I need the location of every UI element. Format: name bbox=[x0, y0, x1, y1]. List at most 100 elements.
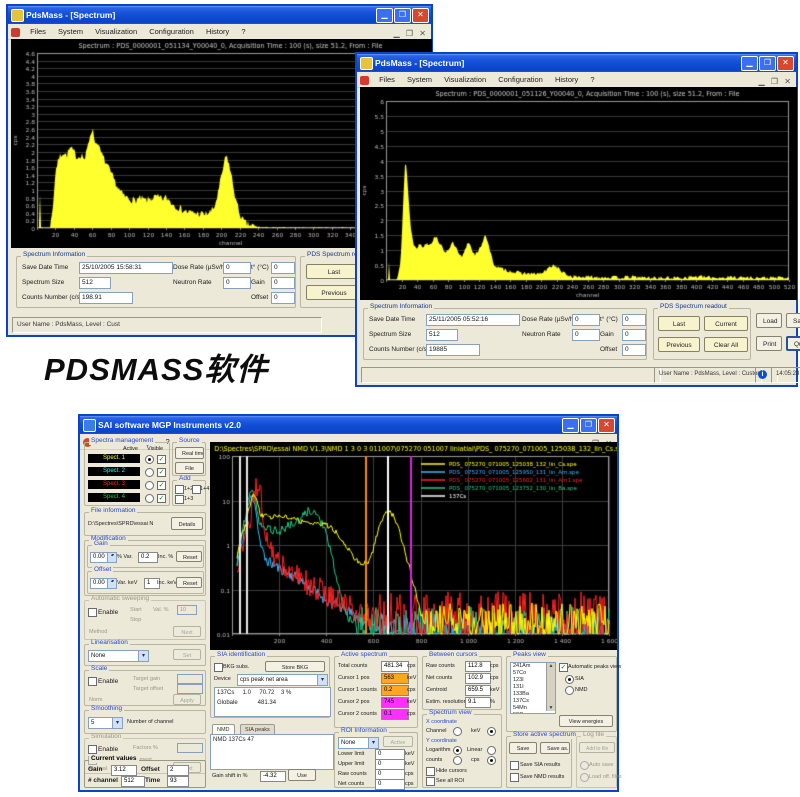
spect-1-active-radio[interactable] bbox=[145, 455, 154, 464]
save-date-value[interactable]: 25/10/2005 15:58:31 bbox=[79, 262, 173, 274]
clear-all-button[interactable]: Clear All bbox=[704, 337, 748, 352]
linear-radio[interactable] bbox=[487, 746, 496, 755]
bkg-subs-checkbox[interactable] bbox=[214, 663, 223, 672]
offset-spinner[interactable]: 0.00 bbox=[90, 578, 117, 589]
maximize-button[interactable]: ❐ bbox=[759, 56, 776, 71]
details-button[interactable]: Details bbox=[171, 517, 203, 530]
previous-button[interactable]: Previous bbox=[306, 285, 362, 300]
minimize-button[interactable]: ▁ bbox=[562, 418, 579, 433]
file-button[interactable]: File bbox=[175, 462, 204, 474]
minimize-button[interactable]: ▁ bbox=[741, 56, 758, 71]
sweeping-enable-checkbox[interactable] bbox=[88, 608, 97, 617]
menu-history[interactable]: History bbox=[201, 24, 234, 39]
linearisation-dropdown[interactable]: None bbox=[88, 650, 149, 662]
menu-files[interactable]: Files bbox=[25, 24, 51, 39]
channel-radio[interactable] bbox=[453, 727, 462, 736]
last-button[interactable]: Last bbox=[658, 316, 700, 331]
use-button[interactable]: Use bbox=[288, 769, 316, 781]
close-button[interactable]: ✕ bbox=[412, 8, 429, 23]
see-all-roi-checkbox[interactable] bbox=[426, 777, 435, 786]
save-nmd-results-checkbox[interactable] bbox=[510, 773, 519, 782]
save-button[interactable]: Save bbox=[786, 313, 800, 328]
neutron-rate-value[interactable]: 0 bbox=[572, 329, 600, 341]
menu-system[interactable]: System bbox=[402, 72, 437, 87]
window-titlebar[interactable]: PdsMass - [Spectrum] ▁ ❐ ✕ bbox=[8, 6, 431, 24]
maximize-button[interactable]: ❐ bbox=[580, 418, 597, 433]
save-spectrum-button[interactable]: Save bbox=[509, 742, 537, 754]
counts-number-value[interactable]: 198.91 bbox=[79, 292, 133, 304]
current-button[interactable]: Current bbox=[704, 316, 748, 331]
dose-rate-value[interactable]: 0 bbox=[572, 314, 600, 326]
neutron-rate-value[interactable]: 0 bbox=[223, 277, 251, 289]
spectrum-size-value[interactable]: 512 bbox=[426, 329, 458, 341]
menu-system[interactable]: System bbox=[53, 24, 88, 39]
device-mode-dropdown[interactable]: cps peak net area bbox=[237, 674, 328, 686]
spect-2-visible-checkbox[interactable]: ✓ bbox=[157, 468, 166, 477]
offset-value[interactable]: 0 bbox=[622, 344, 646, 356]
menu-files[interactable]: Files bbox=[374, 72, 400, 87]
offset-value[interactable]: 0 bbox=[271, 292, 295, 304]
spect-4-visible-checkbox[interactable]: ✓ bbox=[157, 494, 166, 503]
peaks-list-scrollbar[interactable] bbox=[546, 663, 555, 711]
gain-value[interactable]: 0 bbox=[271, 277, 295, 289]
scale-enable-checkbox[interactable] bbox=[88, 677, 97, 686]
roi-dropdown[interactable]: None bbox=[338, 737, 379, 749]
peaks-list-item[interactable]: 58Co bbox=[511, 712, 555, 714]
real-time-button[interactable]: Real time bbox=[175, 447, 204, 459]
cps-radio[interactable] bbox=[487, 756, 496, 765]
load-button[interactable]: Load bbox=[756, 313, 782, 328]
previous-button[interactable]: Previous bbox=[658, 337, 700, 352]
menu-visualization[interactable]: Visualization bbox=[439, 72, 491, 87]
print-button[interactable]: Print bbox=[756, 336, 782, 351]
kev-radio[interactable] bbox=[487, 727, 496, 736]
last-button[interactable]: Last bbox=[306, 264, 362, 279]
save-date-value[interactable]: 25/11/2005 05:52:16 bbox=[426, 314, 520, 326]
menu-help[interactable]: ? bbox=[236, 24, 250, 39]
close-button[interactable]: ✕ bbox=[598, 418, 615, 433]
spect-1-visible-checkbox[interactable]: ✓ bbox=[157, 455, 166, 464]
menu-help[interactable]: ? bbox=[585, 72, 599, 87]
sia-results-list[interactable]: 137Cs 1.0 70.72 3 % Globale 481.34 bbox=[214, 687, 331, 717]
gain-shift-value[interactable]: -4.32 bbox=[260, 771, 286, 782]
simulation-enable-checkbox[interactable] bbox=[88, 745, 97, 754]
window-titlebar[interactable]: PdsMass - [Spectrum] ▁ ❐ ✕ bbox=[357, 54, 796, 72]
spect-3-active-radio[interactable] bbox=[145, 481, 154, 490]
nmd-radio[interactable] bbox=[565, 686, 574, 695]
temperature-value[interactable]: 0 bbox=[271, 262, 295, 274]
smoothing-dropdown[interactable]: 5 bbox=[88, 717, 123, 729]
gain-spinner[interactable]: 0.00 bbox=[90, 552, 117, 563]
sia-radio[interactable] bbox=[565, 675, 574, 684]
automatic-peaks-checkbox[interactable]: ✓ bbox=[559, 663, 568, 672]
store-bkg-button[interactable]: Store BKG bbox=[265, 661, 325, 672]
hide-cursors-checkbox[interactable] bbox=[426, 767, 435, 776]
quit-button[interactable]: Quit bbox=[786, 336, 800, 351]
add-1-2-checkbox[interactable] bbox=[175, 485, 184, 494]
dose-rate-value[interactable]: 0 bbox=[223, 262, 251, 274]
gain-value[interactable]: 0 bbox=[622, 329, 646, 341]
save-sia-results-checkbox[interactable] bbox=[510, 761, 519, 770]
temperature-value[interactable]: 0 bbox=[622, 314, 646, 326]
counts-radio[interactable] bbox=[453, 756, 462, 765]
menu-configuration[interactable]: Configuration bbox=[144, 24, 199, 39]
spect-3-visible-checkbox[interactable]: ✓ bbox=[157, 481, 166, 490]
spect-4-active-radio[interactable] bbox=[145, 494, 154, 503]
logarithm-radio[interactable] bbox=[453, 746, 462, 755]
window-titlebar[interactable]: SAI software MGP Instruments v2.0 ▁ ❐ ✕ bbox=[80, 416, 617, 434]
x-coordinate-label: X coordinate bbox=[426, 719, 457, 725]
offset-reset-button[interactable]: Reset bbox=[176, 577, 202, 588]
maximize-button[interactable]: ❐ bbox=[394, 8, 411, 23]
add-1-3-checkbox[interactable] bbox=[175, 495, 184, 504]
menu-configuration[interactable]: Configuration bbox=[493, 72, 548, 87]
gain-reset-button[interactable]: Reset bbox=[176, 551, 202, 562]
menu-history[interactable]: History bbox=[550, 72, 583, 87]
spectrum-size-value[interactable]: 512 bbox=[79, 277, 111, 289]
view-energies-button[interactable]: View energies bbox=[559, 715, 613, 727]
spect-2-active-radio[interactable] bbox=[145, 468, 154, 477]
minimize-button[interactable]: ▁ bbox=[376, 8, 393, 23]
close-button[interactable]: ✕ bbox=[777, 56, 794, 71]
gain-inc-value[interactable]: 0.2 bbox=[138, 552, 158, 563]
counts-number-value[interactable]: 19885 bbox=[426, 344, 480, 356]
save-as-button[interactable]: Save as... bbox=[540, 742, 570, 754]
menu-visualization[interactable]: Visualization bbox=[90, 24, 142, 39]
multi-spectrum-canvas[interactable] bbox=[210, 442, 617, 650]
